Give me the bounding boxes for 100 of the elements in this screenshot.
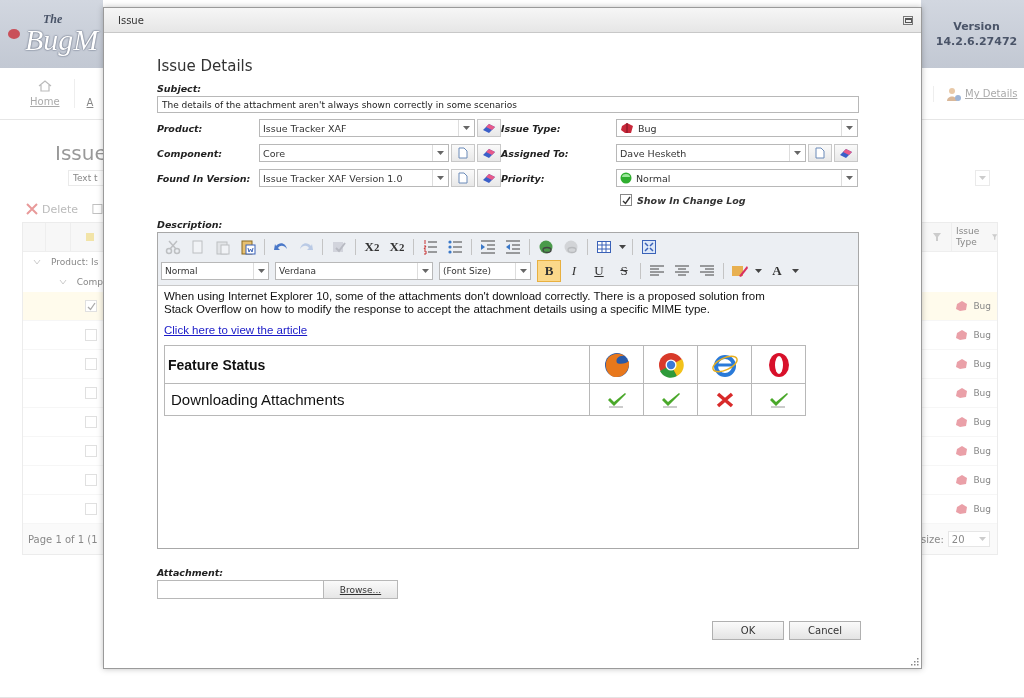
dropdown-field[interactable]: Core: [259, 144, 449, 162]
row-checkbox[interactable]: [85, 387, 97, 399]
dialog-title: Issue: [118, 14, 144, 26]
eraser-button[interactable]: [477, 119, 501, 137]
strike-button[interactable]: S: [612, 260, 636, 282]
field-label: Assigned To:: [501, 147, 570, 159]
eraser-button[interactable]: [477, 169, 501, 187]
caret-icon: [978, 537, 986, 541]
bug-icon: [955, 474, 969, 486]
grid-row[interactable]: Bug: [921, 292, 997, 321]
underline-button[interactable]: U: [587, 260, 611, 282]
bug-icon: [955, 387, 969, 399]
column-icon: [85, 232, 95, 242]
dropdown-field[interactable]: Issue Tracker XAF Version 1.0: [259, 169, 449, 187]
logo-text: The: [42, 13, 64, 25]
table-cell: Bug: [973, 446, 991, 456]
bug-icon: [955, 329, 969, 341]
toolbar-button[interactable]: A: [765, 260, 789, 282]
edit-icon[interactable]: [92, 203, 103, 215]
table-cell: Downloading Attachments: [164, 383, 590, 416]
caret-icon: [463, 126, 470, 130]
description-paragraph: When using Internet Explorer 10, some of the attachments don't download correctly. There is a proposed solution from Stack Overflow on how to modify the response to accept the attachment details using a specific MIME type.: [164, 290, 766, 317]
round-logo-icon: [656, 350, 685, 379]
row-checkbox[interactable]: [85, 358, 97, 370]
row-checkbox[interactable]: [85, 503, 97, 515]
table-cell: Bug: [973, 301, 991, 311]
version-number: 14.2.6.27472: [935, 35, 1018, 48]
field-label: Found In Version:: [157, 172, 252, 184]
table-cell: Bug: [973, 475, 991, 485]
caret-icon: [846, 126, 853, 130]
row-checkbox[interactable]: [85, 474, 97, 486]
filter-icon: [991, 233, 997, 241]
logo-text: BugM: [25, 25, 99, 55]
caret-icon: [421, 269, 429, 273]
table-cell: Bug: [973, 330, 991, 340]
globe-logo-icon: [602, 350, 631, 379]
field-label: Issue Type:: [501, 122, 562, 134]
field-label: Description:: [157, 219, 224, 230]
article-link[interactable]: Click here to view the article: [164, 324, 308, 337]
bold-button[interactable]: B: [537, 260, 561, 282]
bug-icon: [620, 122, 634, 134]
chevron-icon: [59, 279, 67, 285]
format-dropdown[interactable]: Normal: [161, 262, 269, 280]
caret-icon: [519, 269, 527, 273]
maximize-button[interactable]: [903, 15, 913, 25]
nav-link[interactable]: A: [73, 79, 94, 108]
field-label: Attachment:: [157, 567, 225, 578]
form-heading: Issue Details: [157, 57, 254, 75]
bug-icon: [955, 445, 969, 457]
group-row-label: Comp: [76, 277, 103, 287]
bug-icon: [955, 416, 969, 428]
filter-icon[interactable]: [933, 233, 941, 241]
home-icon: [37, 80, 52, 92]
table-cell: Bug: [973, 504, 991, 514]
field-label: Subject:: [157, 83, 203, 94]
caret-icon: [437, 151, 444, 155]
field-label: Priority:: [501, 172, 546, 184]
check-icon: [621, 195, 631, 205]
caret-icon: [437, 176, 444, 180]
format-dropdown[interactable]: Verdana: [275, 262, 433, 280]
row-checkbox[interactable]: [85, 329, 97, 341]
version-label: Version: [953, 20, 1000, 33]
browse-button[interactable]: Browse...: [324, 580, 398, 599]
row-checkbox[interactable]: [85, 300, 97, 312]
row-checkbox[interactable]: [85, 416, 97, 428]
subject-field[interactable]: The details of the attachment aren't always shown correctly in some scenarios: [157, 96, 859, 113]
chevron-icon: [33, 259, 41, 265]
caret-icon: [794, 151, 801, 155]
dropdown-field[interactable]: Bug: [616, 119, 858, 137]
search-field[interactable]: Text t: [68, 170, 103, 186]
check-icon: [86, 301, 96, 311]
ok-button[interactable]: OK: [712, 621, 784, 640]
dropdown-field[interactable]: Normal: [616, 169, 858, 187]
caret-icon: [979, 176, 986, 180]
user-icon: [946, 85, 962, 102]
document-icon: [458, 147, 468, 159]
caret-icon: [846, 176, 853, 180]
dropdown-field[interactable]: Issue Tracker XAF: [259, 119, 475, 137]
format-dropdown[interactable]: (Font Size): [439, 262, 531, 280]
pager-text: Page 1 of 1 (1: [28, 533, 98, 545]
field-label: Product:: [157, 122, 204, 134]
resize-grip-icon[interactable]: [910, 657, 919, 666]
change-log-checkbox[interactable]: Show In Change Log: [620, 194, 858, 206]
table-cell: Bug: [973, 388, 991, 398]
file-field[interactable]: [157, 580, 324, 599]
dropdown-button[interactable]: [975, 170, 990, 186]
grid-row[interactable]: [23, 292, 103, 321]
eraser-icon: [482, 172, 496, 184]
cancel-button[interactable]: Cancel: [789, 621, 861, 640]
row-checkbox[interactable]: [85, 445, 97, 457]
page-size-dropdown[interactable]: 20: [947, 531, 990, 547]
document-icon: [815, 147, 825, 159]
eraser-button[interactable]: [834, 144, 858, 162]
dropdown-field[interactable]: Dave Hesketh: [616, 144, 806, 162]
group-row-label: Product: Is: [51, 257, 99, 267]
bug-icon: [955, 300, 969, 312]
eraser-icon: [839, 147, 853, 159]
eraser-button[interactable]: [477, 144, 501, 162]
bug-icon: [955, 358, 969, 370]
italic-button[interactable]: I: [562, 260, 586, 282]
